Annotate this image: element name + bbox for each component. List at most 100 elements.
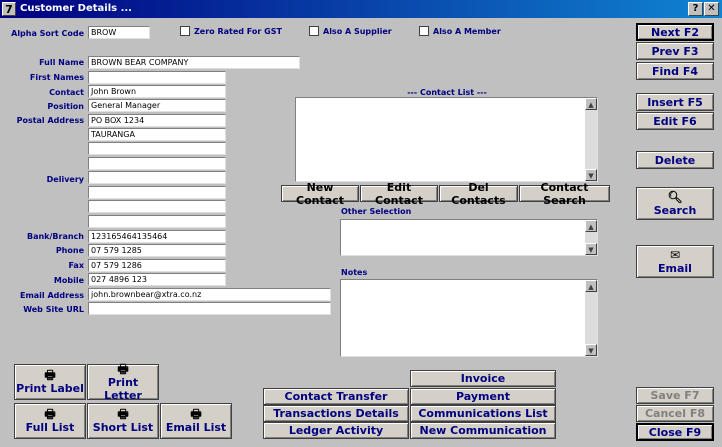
other-selection-scrollbar[interactable]: ▲ ▼ (585, 220, 597, 255)
postal-address-line-1[interactable]: PO BOX 1234 (88, 114, 226, 127)
print-letter-button[interactable]: 🖶︎ Print Letter (87, 361, 159, 402)
bank-branch-field[interactable]: 123165464135464 (88, 230, 226, 243)
email-address-label: Email Address (19, 291, 84, 300)
contact-list-title: --- Contact List --- (407, 88, 487, 97)
short-list-button[interactable]: 🖶︎ Short List (87, 403, 159, 439)
payment-button[interactable]: Payment (410, 388, 556, 405)
email-icon: ✉ (669, 247, 681, 262)
magnifier-icon: 🔍︎ (667, 189, 683, 204)
web-site-field[interactable] (88, 302, 331, 315)
contact-list-scrollbar[interactable]: ▲ ▼ (585, 98, 597, 181)
print-letter-text: Print Letter (104, 375, 142, 402)
mobile-label: Mobile (53, 276, 84, 285)
close-button[interactable]: Close F9 (636, 423, 714, 441)
email-button-label: Email (658, 261, 692, 275)
first-names-label: First Names (29, 73, 84, 82)
contact-list[interactable]: ▲ ▼ (295, 97, 598, 182)
contact-transfer-button[interactable]: Contact Transfer (263, 388, 409, 405)
email-list-text: Email List (165, 421, 227, 434)
del-contacts-button[interactable]: Del Contacts (439, 181, 518, 207)
contact-label: Contact (49, 88, 84, 97)
ledger-activity-button[interactable]: Ledger Activity (263, 422, 409, 439)
other-selection-list[interactable]: ▲ ▼ (340, 219, 598, 256)
edit-contact-button[interactable]: Edit Contact (360, 181, 438, 207)
save-button[interactable]: Save F7 (636, 387, 714, 404)
window-title: Customer Details ... (20, 3, 132, 14)
app-icon[interactable]: 7 (2, 2, 16, 16)
email-list-button[interactable]: 🖶︎ Email List (160, 403, 232, 439)
phone-field[interactable]: 07 579 1285 (88, 244, 226, 257)
member-label: Also A Member (433, 26, 501, 36)
printer-icon: 🖶︎ (190, 407, 202, 421)
postal-address-line-3[interactable] (88, 142, 226, 155)
fax-field[interactable]: 07 579 1286 (88, 259, 226, 272)
first-names-field[interactable] (88, 71, 226, 84)
new-contact-button[interactable]: New Contact (281, 181, 359, 207)
transactions-details-button[interactable]: Transactions Details (263, 405, 409, 422)
print-label-button[interactable]: 🖶︎ Print Label (14, 364, 86, 400)
mobile-field[interactable]: 027 4896 123 (88, 273, 226, 286)
checkbox-box[interactable] (419, 26, 429, 36)
invoice-button[interactable]: Invoice (410, 370, 556, 387)
find-button[interactable]: Find F4 (636, 62, 714, 80)
full-name-field[interactable]: BROWN BEAR COMPANY (88, 56, 300, 69)
printer-icon: 🖶︎ (117, 407, 129, 421)
scroll-down-icon[interactable]: ▼ (585, 344, 597, 356)
web-site-label: Web Site URL (23, 305, 84, 314)
other-selection-label: Other Selection (341, 207, 412, 216)
delivery-label: Delivery (46, 175, 84, 184)
gst-checkbox[interactable]: Zero Rated For GST (180, 26, 282, 36)
communications-list-button[interactable]: Communications List (410, 405, 556, 422)
phone-label: Phone (55, 246, 84, 255)
scroll-down-icon[interactable]: ▼ (585, 243, 597, 255)
full-name-label: Full Name (39, 58, 84, 67)
insert-button[interactable]: Insert F5 (636, 93, 714, 111)
delivery-address-line-4[interactable] (88, 215, 226, 228)
cancel-button[interactable]: Cancel F8 (636, 405, 714, 422)
bank-branch-label: Bank/Branch (26, 232, 84, 241)
delivery-address-line-2[interactable] (88, 186, 226, 199)
notes-label: Notes (341, 268, 368, 277)
scroll-up-icon[interactable]: ▲ (585, 98, 597, 110)
contact-field[interactable]: John Brown (88, 85, 226, 98)
printer-icon: 🖶︎ (44, 407, 56, 421)
notes-scrollbar[interactable]: ▲ ▼ (585, 280, 597, 356)
fax-label: Fax (68, 261, 84, 270)
email-address-field[interactable]: john.brownbear@xtra.co.nz (88, 288, 331, 301)
next-button[interactable]: Next F2 (636, 23, 714, 41)
full-list-button[interactable]: 🖶︎ Full List (14, 403, 86, 439)
position-label: Position (47, 102, 84, 111)
notes-field[interactable]: ▲ ▼ (340, 279, 598, 357)
supplier-checkbox[interactable]: Also A Supplier (309, 26, 392, 36)
supplier-label: Also A Supplier (323, 26, 392, 36)
scroll-down-icon[interactable]: ▼ (585, 169, 597, 181)
full-list-text: Full List (25, 421, 75, 434)
delivery-address-line-1[interactable] (88, 171, 226, 184)
search-button-label: Search (653, 203, 697, 217)
member-checkbox[interactable]: Also A Member (419, 26, 501, 36)
close-window-button[interactable]: ✕ (704, 2, 719, 16)
title-bar: 7 Customer Details ... ? ✕ (0, 0, 722, 18)
delete-button[interactable]: Delete (636, 151, 714, 169)
print-label-text: Print Label (16, 382, 84, 395)
alpha-sort-label: Alpha Sort Code (11, 29, 84, 38)
email-button[interactable]: ✉ Email (636, 245, 714, 278)
gst-label: Zero Rated For GST (194, 26, 282, 36)
delivery-address-line-3[interactable] (88, 200, 226, 213)
checkbox-box[interactable] (180, 26, 190, 36)
postal-address-line-4[interactable] (88, 157, 226, 170)
edit-button[interactable]: Edit F6 (636, 112, 714, 130)
checkbox-box[interactable] (309, 26, 319, 36)
postal-address-label: Postal Address (16, 116, 84, 125)
contact-search-button[interactable]: Contact Search (519, 181, 610, 207)
postal-address-line-2[interactable]: TAURANGA (88, 128, 226, 141)
position-field[interactable]: General Manager (88, 99, 226, 112)
scroll-up-icon[interactable]: ▲ (585, 220, 597, 232)
prev-button[interactable]: Prev F3 (636, 42, 714, 60)
new-communication-button[interactable]: New Communication (410, 422, 556, 439)
search-button[interactable]: 🔍︎ Search (636, 187, 714, 220)
printer-icon: 🖶︎ (117, 361, 129, 376)
help-button[interactable]: ? (688, 2, 703, 16)
alpha-sort-field[interactable]: BROW (88, 26, 150, 39)
scroll-up-icon[interactable]: ▲ (585, 280, 597, 292)
